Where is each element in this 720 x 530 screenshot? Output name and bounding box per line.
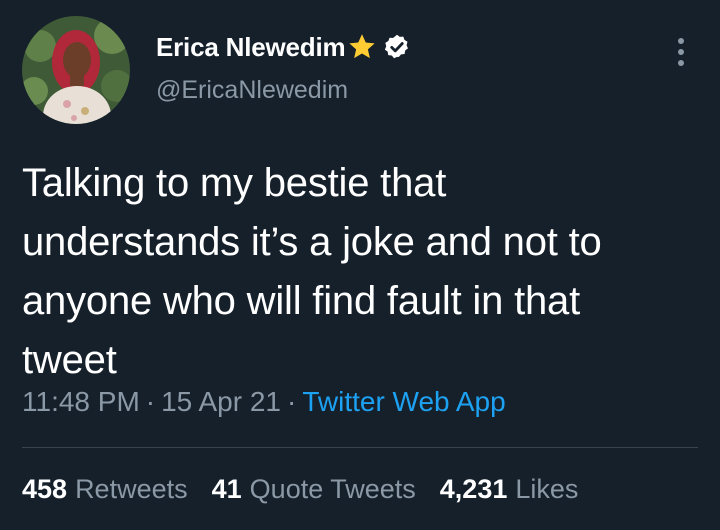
more-dot (678, 38, 684, 44)
more-dot (678, 49, 684, 55)
star-emoji-icon (347, 32, 377, 62)
likes-label: Likes (515, 474, 579, 504)
tweet-source-link[interactable]: Twitter Web App (302, 386, 505, 417)
divider (22, 447, 698, 448)
tweet-text: Talking to my bestie that understands it… (22, 161, 602, 382)
retweets-count: 458 (22, 474, 68, 504)
avatar-image (22, 16, 130, 124)
quote-tweets-count: 41 (211, 474, 242, 504)
display-name-row: Erica Nlewedim (156, 30, 411, 64)
more-dot (678, 60, 684, 66)
display-name[interactable]: Erica Nlewedim (156, 32, 346, 63)
avatar[interactable] (22, 16, 130, 124)
tweet-meta: 11:48 PM · 15 Apr 21 · Twitter Web App (22, 386, 506, 418)
user-names: Erica Nlewedim @EricaNlewedim (156, 30, 411, 105)
tweet-stats: 458 Retweets 41 Quote Tweets 4,231 Likes (22, 474, 578, 505)
more-vertical-icon[interactable] (670, 34, 692, 70)
retweets-label: Retweets (75, 474, 188, 504)
retweets-stat[interactable]: 458 Retweets (22, 474, 188, 505)
meta-separator: · (286, 386, 297, 417)
tweet-time[interactable]: 11:48 PM (22, 386, 140, 417)
tweet-header: Erica Nlewedim @EricaNlewedim (22, 16, 702, 126)
quote-tweets-stat[interactable]: 41 Quote Tweets (212, 474, 416, 505)
quote-tweets-label: Quote Tweets (249, 474, 416, 504)
tweet-date[interactable]: 15 Apr 21 (161, 386, 281, 417)
likes-count: 4,231 (439, 474, 508, 504)
meta-separator: · (145, 386, 156, 417)
verified-badge-icon (383, 33, 411, 61)
tweet-card: Erica Nlewedim @EricaNlewedim Talking to… (0, 0, 720, 530)
user-handle[interactable]: @EricaNlewedim (156, 76, 411, 105)
likes-stat[interactable]: 4,231 Likes (440, 474, 579, 505)
